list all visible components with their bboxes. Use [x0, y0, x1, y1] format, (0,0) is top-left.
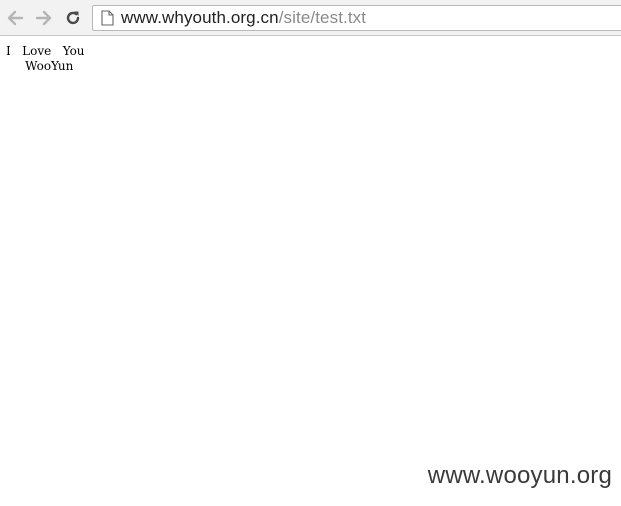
arrow-right-icon: [35, 10, 52, 26]
watermark: www.wooyun.org: [427, 462, 612, 489]
reload-button[interactable]: [62, 7, 84, 29]
back-button[interactable]: [4, 7, 26, 29]
url-path: /site/test.txt: [278, 8, 367, 27]
text-line: I Love You: [6, 44, 85, 58]
forward-button[interactable]: [33, 7, 55, 29]
page-content: I Love You WooYun: [6, 44, 85, 74]
browser-toolbar: www.whyouth.org.cn/site/test.txt: [0, 0, 621, 36]
text-line: WooYun: [6, 59, 74, 73]
address-bar[interactable]: www.whyouth.org.cn/site/test.txt: [92, 5, 621, 31]
arrow-left-icon: [7, 10, 24, 26]
reload-icon: [66, 11, 80, 25]
url-host: www.whyouth.org.cn: [121, 8, 279, 27]
page-icon: [99, 9, 115, 27]
url-text[interactable]: www.whyouth.org.cn/site/test.txt: [121, 8, 366, 28]
